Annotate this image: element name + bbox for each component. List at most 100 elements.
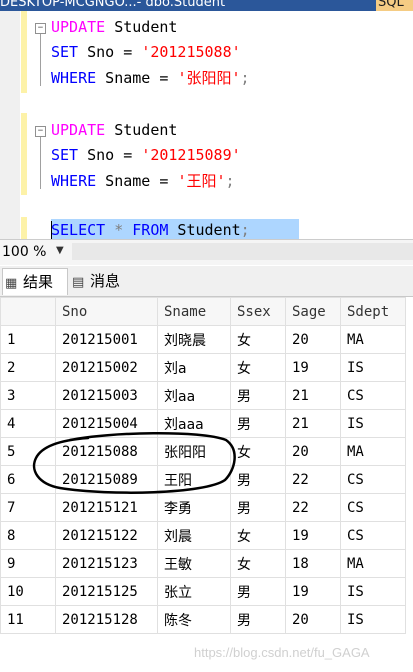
column-header[interactable]: Sno (55, 297, 158, 326)
collapse-icon[interactable]: − (35, 126, 46, 137)
table-row[interactable]: 11 201215128 陈冬男 20 IS (0, 605, 406, 634)
column-header[interactable]: Sname (157, 297, 231, 326)
table-row[interactable]: 3 201215003 刘aa 男 21 CS (0, 381, 406, 410)
column-header[interactable]: Ssex (230, 297, 286, 326)
table-cell[interactable]: 刘晓晨 (157, 325, 231, 354)
tab-messages[interactable]: ▤ 消息 (70, 268, 136, 294)
table-cell[interactable]: 刘aaa (157, 409, 231, 438)
zoom-level[interactable]: 100 % (2, 244, 46, 260)
column-header[interactable]: Sdept (340, 297, 406, 326)
row-number[interactable]: 11 (0, 605, 56, 634)
table-cell[interactable]: 刘晨 (157, 521, 231, 550)
table-cell[interactable]: IS (340, 409, 406, 438)
row-number[interactable]: 5 (0, 437, 56, 466)
table-cell[interactable]: CS (340, 493, 406, 522)
table-cell[interactable]: 女 (230, 353, 286, 382)
table-cell[interactable]: 20 (285, 437, 341, 466)
table-cell[interactable]: 王阳 (157, 465, 231, 494)
row-number[interactable]: 10 (0, 577, 56, 606)
table-cell[interactable]: 19 (285, 353, 341, 382)
table-cell[interactable]: 男 (230, 381, 286, 410)
table-row[interactable]: 8 201215122 刘晨女 19 CS (0, 521, 406, 550)
row-number[interactable]: 3 (0, 381, 56, 410)
table-cell[interactable]: 22 (285, 465, 341, 494)
row-number[interactable]: 6 (0, 465, 56, 494)
table-cell[interactable]: 201215121 (55, 493, 158, 522)
code-line[interactable]: SET Sno = '201215089' (51, 144, 241, 166)
table-cell[interactable]: 李勇 (157, 493, 231, 522)
table-cell[interactable]: 201215123 (55, 549, 158, 578)
table-cell[interactable]: CS (340, 381, 406, 410)
table-cell[interactable]: 男 (230, 409, 286, 438)
table-cell[interactable]: 18 (285, 549, 341, 578)
table-cell[interactable]: 张立 (157, 577, 231, 606)
table-cell[interactable]: 女 (230, 325, 286, 354)
table-cell[interactable]: 201215088 (55, 437, 158, 466)
table-cell[interactable]: 201215125 (55, 577, 158, 606)
table-cell[interactable]: 刘a (157, 353, 231, 382)
table-cell[interactable]: MA (340, 549, 406, 578)
table-cell[interactable]: 女 (230, 549, 286, 578)
table-cell[interactable]: CS (340, 521, 406, 550)
table-cell[interactable]: 201215003 (55, 381, 158, 410)
table-cell[interactable]: MA (340, 437, 406, 466)
table-row[interactable]: 7 201215121 李勇男 22 CS (0, 493, 406, 522)
table-cell[interactable]: 陈冬 (157, 605, 231, 634)
table-cell[interactable]: 201215004 (55, 409, 158, 438)
table-row[interactable]: 2 201215002 刘a 女 19 IS (0, 353, 406, 382)
table-cell[interactable]: 女 (230, 521, 286, 550)
code-line[interactable]: SELECT * FROM Student; (51, 219, 250, 241)
table-cell[interactable]: 201215089 (55, 465, 158, 494)
table-cell[interactable]: 刘aa (157, 381, 231, 410)
results-grid[interactable]: Sno Sname Ssex Sage Sdept 1 201215001 刘晓晨女… (0, 297, 413, 634)
table-cell[interactable]: 22 (285, 493, 341, 522)
table-cell[interactable]: 男 (230, 493, 286, 522)
code-line[interactable]: UPDATE Student (51, 119, 177, 141)
horizontal-scrollbar[interactable] (72, 243, 413, 260)
table-cell[interactable]: 201215001 (55, 325, 158, 354)
row-number[interactable]: 9 (0, 549, 56, 578)
table-cell[interactable]: 21 (285, 409, 341, 438)
table-cell[interactable]: IS (340, 353, 406, 382)
table-row[interactable]: 1 201215001 刘晓晨女 20 MA (0, 325, 406, 354)
table-cell[interactable]: IS (340, 605, 406, 634)
table-cell[interactable]: 男 (230, 465, 286, 494)
table-cell[interactable]: 19 (285, 577, 341, 606)
table-cell[interactable]: 19 (285, 521, 341, 550)
table-cell[interactable]: CS (340, 465, 406, 494)
table-cell[interactable]: 男 (230, 577, 286, 606)
table-cell[interactable]: 201215122 (55, 521, 158, 550)
table-cell[interactable]: 张阳阳 (157, 437, 231, 466)
row-number[interactable]: 1 (0, 325, 56, 354)
document-tab[interactable]: DESKTOP-MCGNGO...- dbo.Student (0, 0, 225, 10)
table-cell[interactable]: 男 (230, 605, 286, 634)
collapse-icon[interactable]: − (35, 23, 46, 34)
tab-results[interactable]: ▦ 结果 (2, 268, 68, 295)
code-line[interactable]: UPDATE Student (51, 16, 177, 38)
column-header[interactable]: Sage (285, 297, 341, 326)
table-cell[interactable]: 20 (285, 325, 341, 354)
next-document-tab[interactable]: SQL (376, 0, 413, 11)
table-cell[interactable]: 201215128 (55, 605, 158, 634)
table-row[interactable]: 4 201215004 刘aaa 男 21 IS (0, 409, 406, 438)
table-row[interactable]: 10 201215125 张立男 19 IS (0, 577, 406, 606)
code-line[interactable]: WHERE Sname = '张阳阳'; (51, 67, 250, 89)
table-cell[interactable]: 王敏 (157, 549, 231, 578)
query-editor[interactable]: − − UPDATE Student SET Sno = '201215088'… (0, 11, 413, 241)
chevron-down-icon[interactable]: ▼ (56, 245, 64, 256)
table-row[interactable]: 6 201215089 王阳男 22 CS (0, 465, 406, 494)
table-cell[interactable]: IS (340, 577, 406, 606)
table-cell[interactable]: 201215002 (55, 353, 158, 382)
row-number[interactable]: 8 (0, 521, 56, 550)
table-cell[interactable]: 20 (285, 605, 341, 634)
table-cell[interactable]: MA (340, 325, 406, 354)
row-number[interactable]: 4 (0, 409, 56, 438)
table-cell[interactable]: 女 (230, 437, 286, 466)
table-cell[interactable]: 21 (285, 381, 341, 410)
table-row[interactable]: 9 201215123 王敏女 18 MA (0, 549, 406, 578)
code-line[interactable]: SET Sno = '201215088' (51, 41, 241, 63)
row-number[interactable]: 2 (0, 353, 56, 382)
row-number[interactable]: 7 (0, 493, 56, 522)
table-row[interactable]: 5 201215088 张阳阳女 20 MA (0, 437, 406, 466)
code-line[interactable]: WHERE Sname = '王阳'; (51, 170, 235, 192)
